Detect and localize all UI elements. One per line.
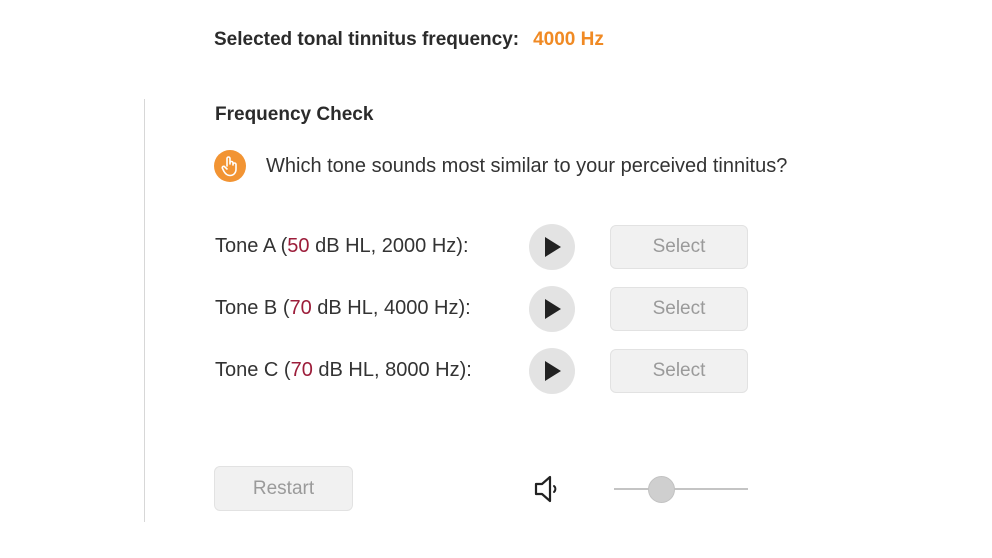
volume-slider-thumb[interactable] <box>647 476 675 503</box>
tone-b-label: Tone B (70 dB HL, 4000 Hz): <box>215 297 471 320</box>
tone-a-label: Tone A (50 dB HL, 2000 Hz): <box>215 235 469 258</box>
speaker-icon[interactable] <box>530 472 564 506</box>
tone-row-c: Tone C (70 dB HL, 8000 Hz): Select <box>215 348 755 394</box>
selected-frequency-label: Selected tonal tinnitus frequency: <box>214 29 520 50</box>
section-title: Frequency Check <box>215 104 374 125</box>
volume-slider[interactable] <box>614 474 748 504</box>
frequency-check-page: Selected tonal tinnitus frequency: 4000 H… <box>0 0 992 558</box>
selected-frequency-value: 4000 Hz <box>533 29 604 50</box>
play-icon <box>545 299 561 319</box>
tone-row-a: Tone A (50 dB HL, 2000 Hz): Select <box>215 224 755 270</box>
volume-slider-track <box>614 488 748 490</box>
play-icon <box>545 361 561 381</box>
tone-b-select-button[interactable]: Select <box>610 287 748 331</box>
tone-a-select-button[interactable]: Select <box>610 225 748 269</box>
tone-a-play-button[interactable] <box>529 224 575 270</box>
tone-b-play-button[interactable] <box>529 286 575 332</box>
tone-c-suffix: dB HL, 8000 Hz): <box>312 359 472 381</box>
selected-frequency: Selected tonal tinnitus frequency: 4000 H… <box>214 29 604 51</box>
play-icon <box>545 237 561 257</box>
tone-row-b: Tone B (70 dB HL, 4000 Hz): Select <box>215 286 755 332</box>
tone-c-select-button[interactable]: Select <box>610 349 748 393</box>
tone-a-level: 50 <box>287 235 310 257</box>
question-row: Which tone sounds most similar to your p… <box>214 150 787 182</box>
tone-c-label: Tone C (70 dB HL, 8000 Hz): <box>215 359 472 382</box>
restart-button[interactable]: Restart <box>214 466 353 511</box>
tone-b-prefix: Tone B ( <box>215 297 290 319</box>
vertical-divider <box>144 99 145 522</box>
question-text: Which tone sounds most similar to your p… <box>266 154 788 177</box>
tone-b-level: 70 <box>289 297 312 319</box>
tone-a-prefix: Tone A ( <box>215 235 288 257</box>
tone-c-play-button[interactable] <box>529 348 575 394</box>
tone-c-prefix: Tone C ( <box>215 359 291 381</box>
tone-a-suffix: dB HL, 2000 Hz): <box>309 235 469 257</box>
tone-c-level: 70 <box>290 359 313 381</box>
hand-pointer-icon <box>214 150 246 182</box>
tone-b-suffix: dB HL, 4000 Hz): <box>311 297 471 319</box>
